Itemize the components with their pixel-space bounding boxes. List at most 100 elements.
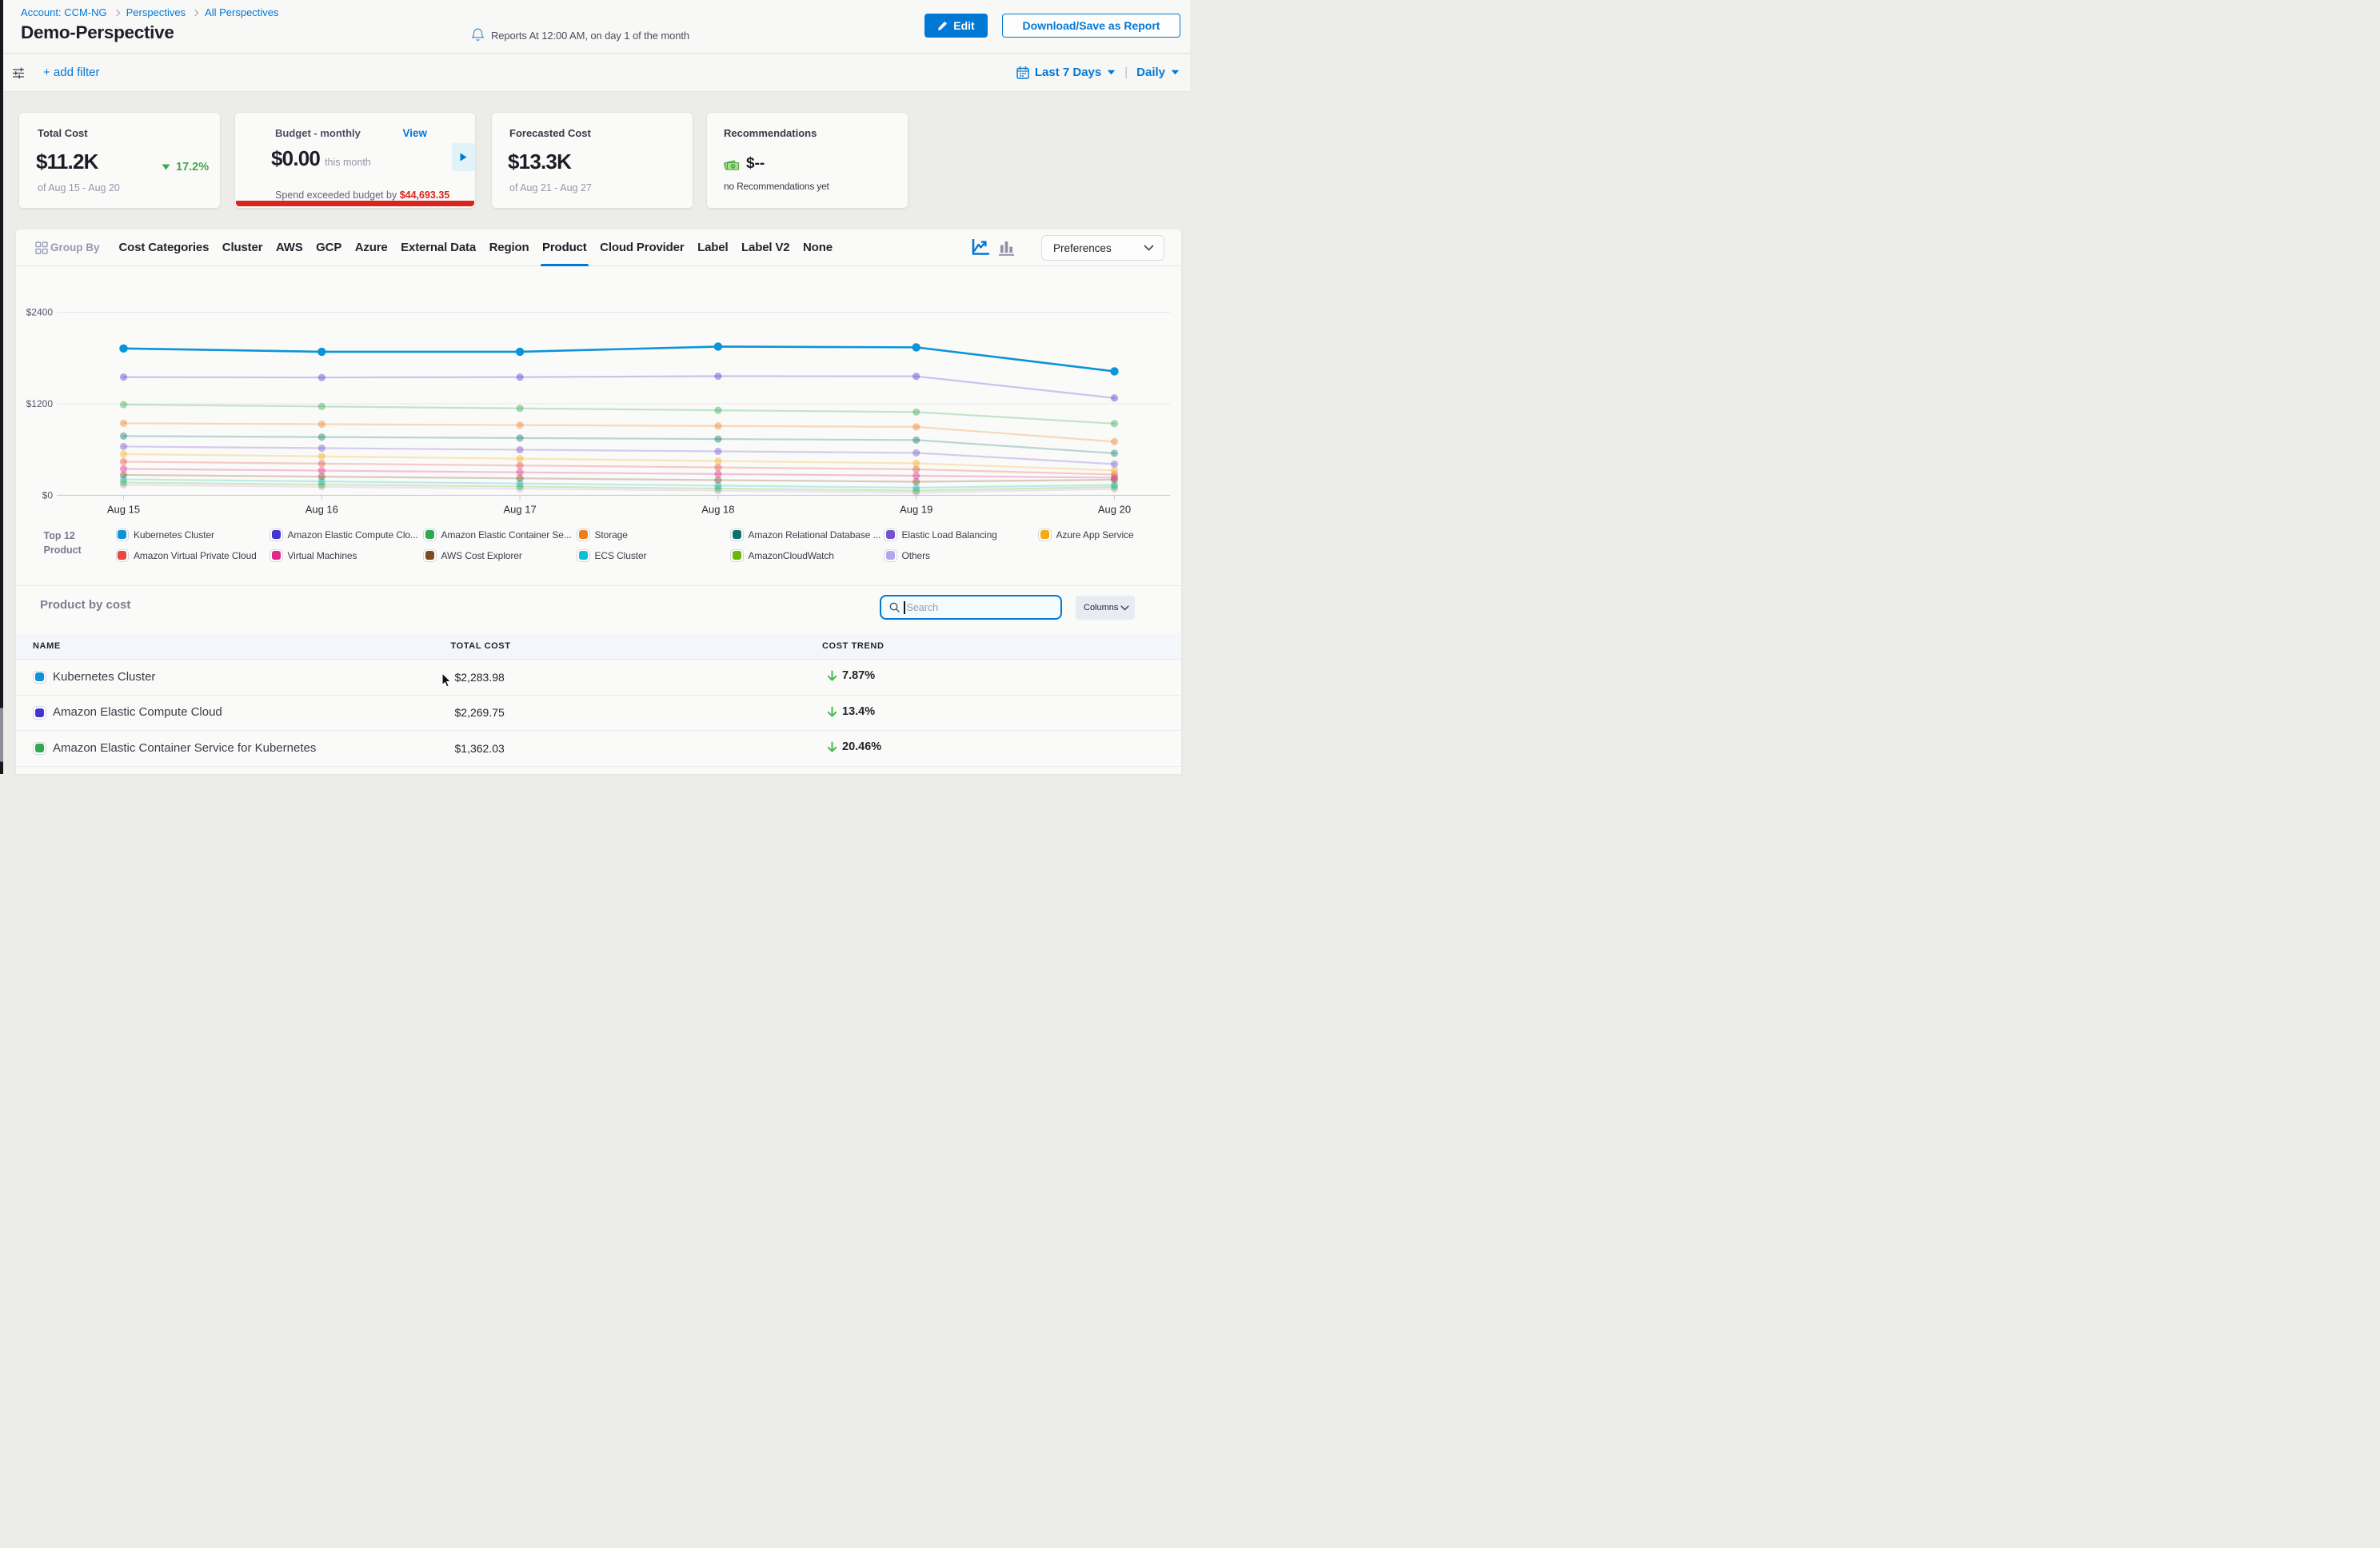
series-marker[interactable] — [517, 405, 524, 412]
group-by-tab-label-v2[interactable]: Label V2 — [741, 229, 790, 266]
breadcrumb-account-link[interactable]: Account: CCM-NG — [21, 6, 107, 18]
series-marker[interactable] — [318, 445, 325, 452]
series-marker[interactable] — [517, 434, 524, 441]
series-marker[interactable] — [120, 450, 127, 457]
series-marker[interactable] — [714, 457, 721, 465]
legend-item-kubernetes-cluster[interactable]: Kubernetes Cluster — [116, 529, 214, 542]
series-marker[interactable] — [120, 401, 127, 408]
group-by-tab-cluster[interactable]: Cluster — [222, 229, 263, 266]
group-by-tab-product[interactable]: Product — [542, 229, 587, 266]
legend-item-elastic-load-balancing[interactable]: Elastic Load Balancing — [884, 529, 997, 542]
series-marker[interactable] — [318, 373, 325, 381]
column-header-total-cost[interactable]: TOTAL COST — [451, 641, 511, 651]
budget-carousel-next-button[interactable] — [452, 143, 475, 171]
budget-view-link[interactable]: View — [402, 127, 427, 139]
series-marker[interactable] — [1111, 449, 1118, 457]
series-marker[interactable] — [517, 462, 524, 469]
series-marker[interactable] — [318, 421, 325, 428]
series-marker[interactable] — [317, 348, 325, 356]
series-marker[interactable] — [714, 448, 721, 455]
legend-item-storage[interactable]: Storage — [577, 529, 628, 542]
chevron-down-icon[interactable] — [1107, 70, 1116, 75]
download-save-report-button[interactable]: Download/Save as Report — [1002, 14, 1180, 38]
series-marker[interactable] — [120, 465, 127, 473]
legend-item-amazon-virtual-private-cloud[interactable]: Amazon Virtual Private Cloud — [116, 549, 257, 563]
series-marker[interactable] — [912, 449, 920, 457]
line-chart-icon[interactable] — [972, 239, 989, 256]
series-marker[interactable] — [714, 464, 721, 471]
series-marker[interactable] — [120, 373, 127, 381]
series-marker[interactable] — [714, 342, 722, 350]
group-by-tab-region[interactable]: Region — [489, 229, 529, 266]
group-by-tab-label[interactable]: Label — [697, 229, 728, 266]
series-marker[interactable] — [517, 469, 524, 476]
series-marker[interactable] — [1111, 467, 1118, 474]
column-header-cost-trend[interactable]: COST TREND — [822, 641, 885, 651]
series-marker[interactable] — [714, 407, 721, 414]
columns-button[interactable]: Columns — [1076, 596, 1135, 620]
legend-item-amazon-relational-database-service[interactable]: Amazon Relational Database ... — [730, 529, 881, 542]
table-row-amazon-elastic-compute-cloud[interactable]: Amazon Elastic Compute Cloud$2,269.7513.… — [16, 696, 1181, 732]
series-marker[interactable] — [318, 403, 325, 410]
granularity-select[interactable]: Daily — [1136, 66, 1165, 79]
table-row-kubernetes-cluster[interactable]: Kubernetes Cluster$2,283.987.87% — [16, 660, 1181, 696]
table-search-input[interactable]: Search — [880, 595, 1062, 620]
series-marker[interactable] — [120, 443, 127, 450]
series-marker[interactable] — [318, 433, 325, 441]
collapsed-sidenav[interactable] — [0, 0, 3, 774]
legend-item-virtual-machines[interactable]: Virtual Machines — [270, 549, 357, 563]
series-marker[interactable] — [517, 446, 524, 453]
legend-item-amazon-elastic-container-service-for-kubernetes[interactable]: Amazon Elastic Container Se... — [423, 529, 572, 542]
series-marker[interactable] — [912, 409, 920, 416]
preferences-button[interactable]: Preferences — [1041, 235, 1164, 261]
series-marker[interactable] — [119, 345, 127, 353]
series-marker[interactable] — [120, 420, 127, 427]
series-marker[interactable] — [912, 373, 920, 380]
series-marker[interactable] — [714, 470, 721, 477]
series-marker[interactable] — [120, 433, 127, 440]
series-marker[interactable] — [912, 472, 920, 479]
series-marker[interactable] — [517, 373, 524, 381]
time-range-select[interactable]: Last 7 Days — [1035, 66, 1101, 79]
add-filter-button[interactable]: + add filter — [43, 66, 99, 79]
series-marker[interactable] — [912, 460, 920, 467]
group-by-tab-none[interactable]: None — [803, 229, 833, 266]
bar-chart-icon[interactable] — [998, 239, 1015, 256]
series-marker[interactable] — [714, 435, 721, 442]
series-marker[interactable] — [517, 455, 524, 462]
legend-item-others[interactable]: Others — [884, 549, 930, 563]
column-header-name[interactable]: NAME — [33, 641, 61, 651]
group-by-tab-external-data[interactable]: External Data — [401, 229, 476, 266]
series-marker[interactable] — [912, 343, 920, 351]
series-marker[interactable] — [516, 348, 524, 356]
group-by-tab-cost-categories[interactable]: Cost Categories — [119, 229, 210, 266]
series-marker[interactable] — [912, 423, 920, 430]
legend-item-ecs-cluster[interactable]: ECS Cluster — [577, 549, 646, 563]
series-marker[interactable] — [714, 373, 721, 380]
group-by-tab-cloud-provider[interactable]: Cloud Provider — [600, 229, 684, 266]
legend-item-amazoncloudwatch[interactable]: AmazonCloudWatch — [730, 549, 834, 563]
legend-item-amazon-elastic-compute-cloud[interactable]: Amazon Elastic Compute Clo... — [270, 529, 418, 542]
legend-item-azure-app-service[interactable]: Azure App Service — [1038, 529, 1134, 542]
legend-item-aws-cost-explorer[interactable]: AWS Cost Explorer — [423, 549, 522, 563]
table-row-amazon-elastic-container-service-for-kubernetes[interactable]: Amazon Elastic Container Service for Kub… — [16, 731, 1181, 767]
series-marker[interactable] — [318, 467, 325, 474]
series-marker[interactable] — [318, 460, 325, 467]
filter-sliders-icon[interactable] — [13, 67, 25, 79]
series-marker[interactable] — [1111, 461, 1118, 468]
series-marker[interactable] — [1111, 438, 1118, 445]
series-marker[interactable] — [1111, 394, 1118, 401]
series-marker[interactable] — [714, 422, 721, 429]
series-marker[interactable] — [1110, 367, 1118, 375]
series-marker[interactable] — [120, 458, 127, 465]
series-marker[interactable] — [318, 453, 325, 460]
series-marker[interactable] — [912, 437, 920, 444]
series-marker[interactable] — [517, 421, 524, 429]
group-by-tab-azure[interactable]: Azure — [355, 229, 388, 266]
breadcrumb-all-perspectives-link[interactable]: All Perspectives — [205, 6, 278, 18]
series-marker[interactable] — [1111, 420, 1118, 427]
sidenav-scrollbar-thumb[interactable] — [0, 708, 3, 762]
edit-button[interactable]: Edit — [924, 14, 988, 38]
breadcrumb-perspectives-link[interactable]: Perspectives — [126, 6, 186, 18]
group-by-tab-gcp[interactable]: GCP — [316, 229, 341, 266]
